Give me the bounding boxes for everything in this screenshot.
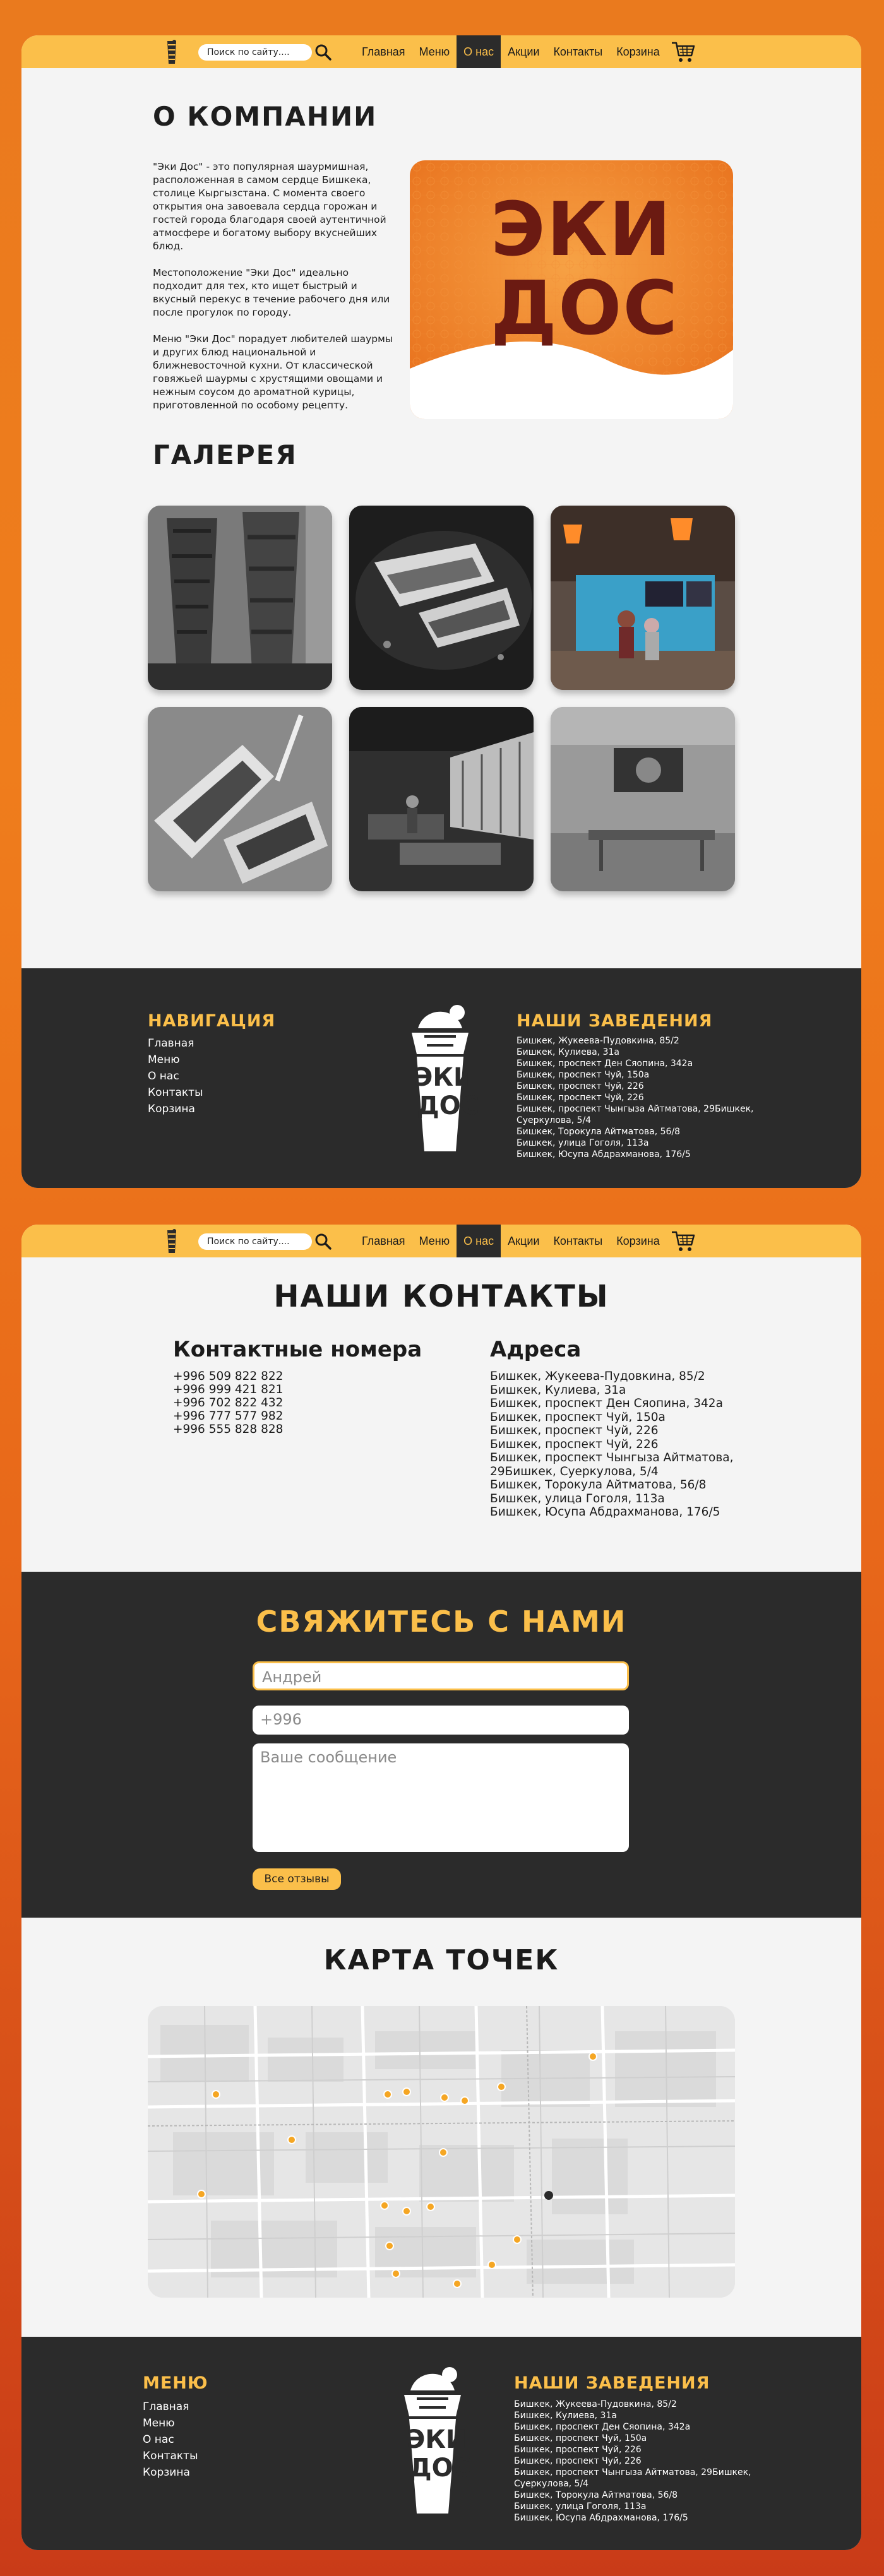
footer-link-contacts[interactable]: Контакты <box>143 2448 198 2464</box>
footer-menu-title: МЕНЮ <box>143 2373 208 2393</box>
about-paragraph: Местоположение "Эки Дос" идеально подход… <box>153 267 390 318</box>
brand-banner: ЭКИ ДОС <box>410 160 733 419</box>
search-icon[interactable] <box>312 42 333 61</box>
address-list: Бишкек, Жукеева-Пудовкина, 85/2 Бишкек, … <box>490 1370 734 1519</box>
brand-text-line2: ДОС <box>491 264 679 352</box>
footer-link-menu[interactable]: Меню <box>148 1052 203 1068</box>
phone-list: +996 509 822 822 +996 999 421 821 +996 7… <box>173 1370 284 1436</box>
cart-icon[interactable] <box>671 39 696 64</box>
footer-logo-text-1: ЭКИ <box>414 1063 475 1092</box>
footer: МЕНЮ Главная Меню О нас Контакты Корзина… <box>21 2337 861 2550</box>
footer-nav-links: Главная Меню О нас Контакты Корзина <box>148 1035 203 1117</box>
about-paragraph: "Эки Дос" - это популярная шаурмишная, р… <box>153 161 386 252</box>
nav-home[interactable]: Главная <box>355 1225 412 1257</box>
gallery-photo-doner-spits[interactable] <box>148 506 332 690</box>
name-input[interactable]: Андрей <box>253 1661 629 1690</box>
footer-link-about[interactable]: О нас <box>148 1068 203 1084</box>
brand-text-line1: ЭКИ <box>491 186 672 273</box>
about-text: "Эки Дос" - это популярная шаурмишная, р… <box>153 160 399 425</box>
nav-promos[interactable]: Акции <box>501 35 546 68</box>
nav-promos[interactable]: Акции <box>501 1225 546 1257</box>
nav-about[interactable]: О нас <box>457 1225 501 1257</box>
nav-contacts[interactable]: Контакты <box>546 35 609 68</box>
footer-link-cart[interactable]: Корзина <box>148 1101 203 1117</box>
about-title: О КОМПАНИИ <box>153 101 378 132</box>
footer-link-home[interactable]: Главная <box>148 1035 203 1052</box>
header: Поиск по сайту.... Главная Меню О нас Ак… <box>21 1225 861 1257</box>
nav-cart[interactable]: Корзина <box>609 1225 667 1257</box>
footer-nav-links: Главная Меню О нас Контакты Корзина <box>143 2399 198 2481</box>
nav-menu[interactable]: Меню <box>412 1225 457 1257</box>
footer: НАВИГАЦИЯ Главная Меню О нас Контакты Ко… <box>21 968 861 1188</box>
cart-icon[interactable] <box>671 1228 696 1254</box>
search-icon[interactable] <box>312 1232 333 1250</box>
about-page: Поиск по сайту.... Главная Меню О нас Ак… <box>21 35 861 1188</box>
footer-addresses: Бишкек, Жукеева-Пудовкина, 85/2 Бишкек, … <box>514 2399 751 2523</box>
footer-logo-text-2: ДОС <box>409 2454 472 2483</box>
search-input[interactable]: Поиск по сайту.... <box>198 44 312 61</box>
nav-home[interactable]: Главная <box>355 35 412 68</box>
locations-map[interactable] <box>148 2006 735 2298</box>
gallery-photo-cafe-interior[interactable] <box>551 506 735 690</box>
logo-icon[interactable] <box>165 1228 178 1254</box>
nav-about[interactable]: О нас <box>457 35 501 68</box>
gallery-photo-dining-room[interactable] <box>349 707 534 891</box>
footer-places-title: НАШИ ЗАВЕДЕНИЯ <box>514 2373 710 2393</box>
nav-contacts[interactable]: Контакты <box>546 1225 609 1257</box>
message-textarea[interactable]: Ваше сообщение <box>253 1743 629 1852</box>
gallery-photo-wraps[interactable] <box>148 707 332 891</box>
gallery-photo-shawarma[interactable] <box>349 506 534 690</box>
contact-form-section: СВЯЖИТЕСЬ С НАМИ Андрей +996 Ваше сообще… <box>21 1572 861 1918</box>
contact-form-title: СВЯЖИТЕСЬ С НАМИ <box>256 1605 627 1639</box>
map-title: КАРТА ТОЧЕК <box>323 1944 559 1976</box>
phones-title: Контактные номера <box>173 1337 422 1362</box>
addresses-title: Адреса <box>490 1337 582 1362</box>
search-input[interactable]: Поиск по сайту.... <box>198 1233 312 1250</box>
footer-link-home[interactable]: Главная <box>143 2399 198 2415</box>
all-reviews-button[interactable]: Все отзывы <box>253 1868 341 1890</box>
footer-link-cart[interactable]: Корзина <box>143 2464 198 2481</box>
footer-places-title: НАШИ ЗАВЕДЕНИЯ <box>517 1011 713 1031</box>
footer-link-contacts[interactable]: Контакты <box>148 1084 203 1101</box>
nav-menu[interactable]: Меню <box>412 35 457 68</box>
footer-logo-text-2: ДОС <box>417 1091 479 1120</box>
about-paragraph: Меню "Эки Дос" порадует любителей шаурмы… <box>153 333 393 411</box>
footer-nav-title: НАВИГАЦИЯ <box>148 1011 276 1031</box>
header: Поиск по сайту.... Главная Меню О нас Ак… <box>21 35 861 68</box>
contacts-title: НАШИ КОНТАКТЫ <box>273 1279 609 1314</box>
gallery-photo-room-tv[interactable] <box>551 707 735 891</box>
main-nav: Главная Меню О нас Акции Контакты Корзин… <box>355 35 696 68</box>
nav-cart[interactable]: Корзина <box>609 35 667 68</box>
gallery-title: ГАЛЕРЕЯ <box>153 439 297 470</box>
phone-input[interactable]: +996 <box>253 1706 629 1735</box>
logo-icon[interactable] <box>165 39 178 65</box>
main-nav: Главная Меню О нас Акции Контакты Корзин… <box>355 1225 696 1257</box>
footer-link-menu[interactable]: Меню <box>143 2415 198 2431</box>
contacts-page: Поиск по сайту.... Главная Меню О нас Ак… <box>21 1225 861 2550</box>
footer-logo-text-1: ЭКИ <box>407 2425 467 2454</box>
footer-link-about[interactable]: О нас <box>143 2431 198 2448</box>
footer-addresses: Бишкек, Жукеева-Пудовкина, 85/2 Бишкек, … <box>517 1036 754 1160</box>
